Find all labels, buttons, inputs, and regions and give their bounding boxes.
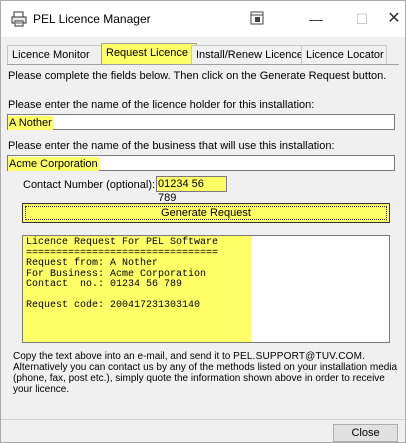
generate-request-label: Generate Request <box>161 207 251 219</box>
maximize-icon: ☐ <box>355 11 369 27</box>
close-icon: ✕ <box>387 10 401 27</box>
contact-label: Contact Number (optional): <box>23 179 156 191</box>
window-title: PEL Licence Manager <box>33 12 151 26</box>
holder-name-input[interactable]: A Nother <box>7 114 395 130</box>
title-bar[interactable]: PEL Licence Manager — ☐ ✕ <box>1 1 405 37</box>
tab-licence-locator[interactable]: Licence Locator <box>301 45 387 64</box>
contact-number-input[interactable]: 01234 56 789 <box>156 176 227 204</box>
business-name-input[interactable]: Acme Corporation <box>7 155 395 171</box>
request-output-text: Licence Request For PEL Software =======… <box>26 237 219 311</box>
tab-request-licence[interactable]: Request Licence <box>101 43 197 65</box>
close-button[interactable]: Close <box>333 424 398 442</box>
instructions-text: Please complete the fields below. Then c… <box>8 70 387 82</box>
generate-request-button[interactable]: Generate Request <box>22 203 390 223</box>
tab-install-renew-licence[interactable]: Install/Renew Licence <box>191 45 307 64</box>
business-label: Please enter the name of the business th… <box>8 140 335 152</box>
contact-number-value: 01234 56 789 <box>157 177 226 204</box>
support-email: PEL.SUPPORT@TUV.COM <box>233 351 363 362</box>
request-output-box[interactable]: Licence Request For PEL Software =======… <box>22 235 390 343</box>
pin-window-icon[interactable] <box>250 11 264 25</box>
close-window-button[interactable]: ✕ <box>371 1 406 37</box>
close-button-label: Close <box>351 427 380 439</box>
tab-divider <box>7 64 399 65</box>
holder-name-value: A Nother <box>8 116 53 130</box>
minimize-icon: — <box>309 11 323 27</box>
tab-licence-monitor[interactable]: Licence Monitor <box>7 45 105 64</box>
business-name-value: Acme Corporation <box>8 157 99 171</box>
printer-icon <box>11 11 27 27</box>
help-text: Copy the text above into an e-mail, and … <box>13 351 398 395</box>
licence-manager-window: PEL Licence Manager — ☐ ✕ Licence Monito… <box>0 0 406 443</box>
holder-label: Please enter the name of the licence hol… <box>8 99 315 111</box>
minimize-button[interactable]: — <box>293 1 339 37</box>
footer-divider <box>1 419 405 420</box>
